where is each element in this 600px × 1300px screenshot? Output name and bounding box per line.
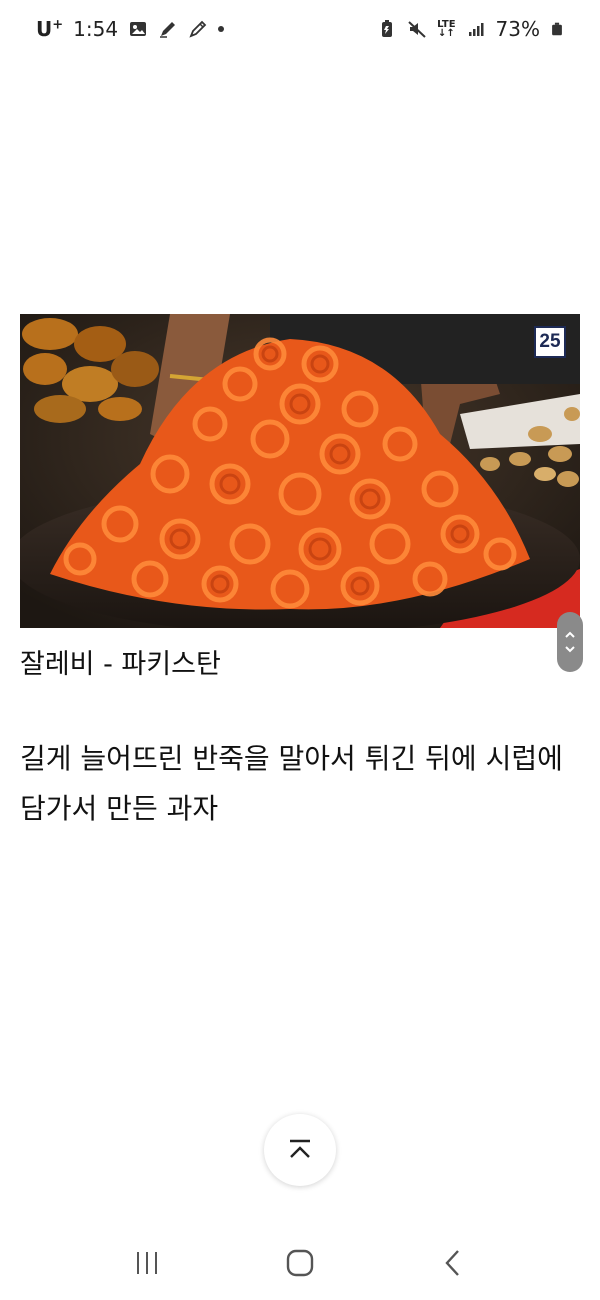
system-nav-bar xyxy=(0,1225,600,1300)
notification-dot xyxy=(218,26,225,32)
clock: 1:54 xyxy=(73,17,119,41)
post-description: 길게 늘어뜨린 반죽을 말아서 튀긴 뒤에 시럽에 담가서 만든 과자 xyxy=(20,742,563,825)
status-bar: U+ 1:54 LTE ↓↑ 73% xyxy=(0,0,600,58)
jalebi-photo xyxy=(20,314,580,628)
back-icon xyxy=(445,1249,460,1276)
carrier-label: U+ xyxy=(36,17,64,41)
chevron-down-icon[interactable] xyxy=(564,644,576,654)
post-image[interactable]: 25 xyxy=(20,314,580,628)
edit-icon xyxy=(160,22,176,38)
scroll-pill[interactable] xyxy=(557,612,583,672)
pencil-icon xyxy=(189,20,207,38)
status-right: LTE ↓↑ 73% xyxy=(377,17,564,41)
home-icon xyxy=(286,1249,314,1276)
mute-icon xyxy=(408,21,426,38)
network-label: LTE ↓↑ xyxy=(437,19,456,39)
battery-icon xyxy=(552,22,562,36)
chevron-up-icon[interactable] xyxy=(564,630,576,640)
back-button[interactable] xyxy=(423,1233,483,1293)
status-left: U+ 1:54 xyxy=(36,17,225,41)
image-count-badge: 25 xyxy=(534,326,566,358)
battery-percent: 73% xyxy=(495,17,540,41)
scroll-to-top-button[interactable] xyxy=(264,1114,336,1186)
home-button[interactable] xyxy=(270,1233,330,1293)
gallery-icon xyxy=(130,22,147,36)
signal-icon xyxy=(468,23,484,36)
image-caption: 잘레비 - 파키스탄 xyxy=(20,649,221,680)
recents-button[interactable] xyxy=(117,1233,177,1293)
chevron-up-icon xyxy=(290,1139,310,1158)
battery-saver-icon xyxy=(382,20,393,37)
recents-icon xyxy=(136,1251,157,1274)
